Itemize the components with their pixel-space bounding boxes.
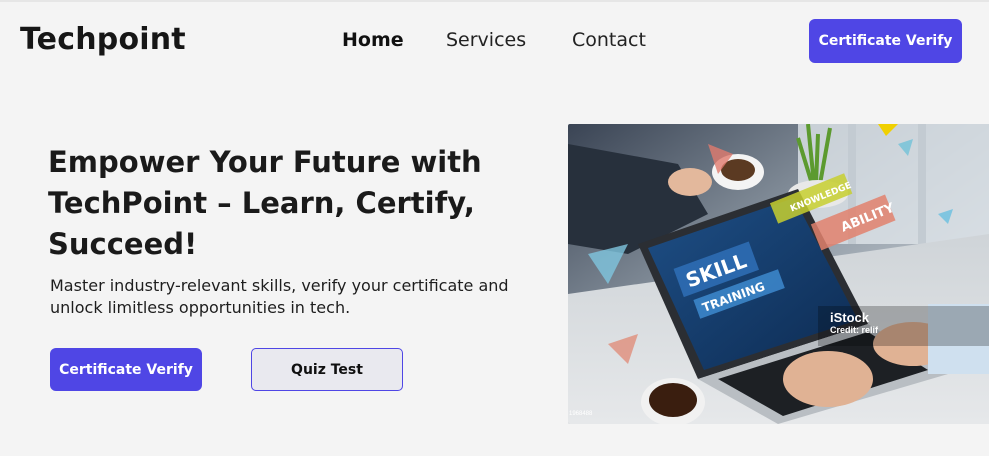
nav-home[interactable]: Home bbox=[342, 29, 404, 51]
hero-title: Empower Your Future with TechPoint – Lea… bbox=[48, 145, 482, 261]
site-logo[interactable]: Techpoint bbox=[20, 22, 186, 57]
hero-certificate-verify-button[interactable]: Certificate Verify bbox=[50, 348, 202, 391]
top-divider bbox=[0, 0, 989, 2]
image-id-label: 1968488 bbox=[569, 411, 593, 417]
watermark-credit: Credit: relif bbox=[830, 325, 879, 335]
nav-services[interactable]: Services bbox=[446, 29, 526, 51]
istock-watermark: iStock Credit: relif bbox=[830, 310, 878, 335]
watermark-brand: iStock bbox=[830, 310, 870, 325]
landing-page: Techpoint Home Services Contact Certific… bbox=[0, 0, 989, 458]
nav-contact[interactable]: Contact bbox=[572, 29, 646, 51]
hero-image: SKILL TRAINING KNOWLEDGE ABILITY bbox=[568, 124, 989, 424]
quiz-test-button[interactable]: Quiz Test bbox=[251, 348, 403, 391]
header-certificate-verify-button[interactable]: Certificate Verify bbox=[809, 19, 962, 63]
hero-illustration: SKILL TRAINING KNOWLEDGE ABILITY bbox=[568, 124, 989, 424]
hero-subtitle: Master industry-relevant skills, verify … bbox=[50, 276, 509, 317]
